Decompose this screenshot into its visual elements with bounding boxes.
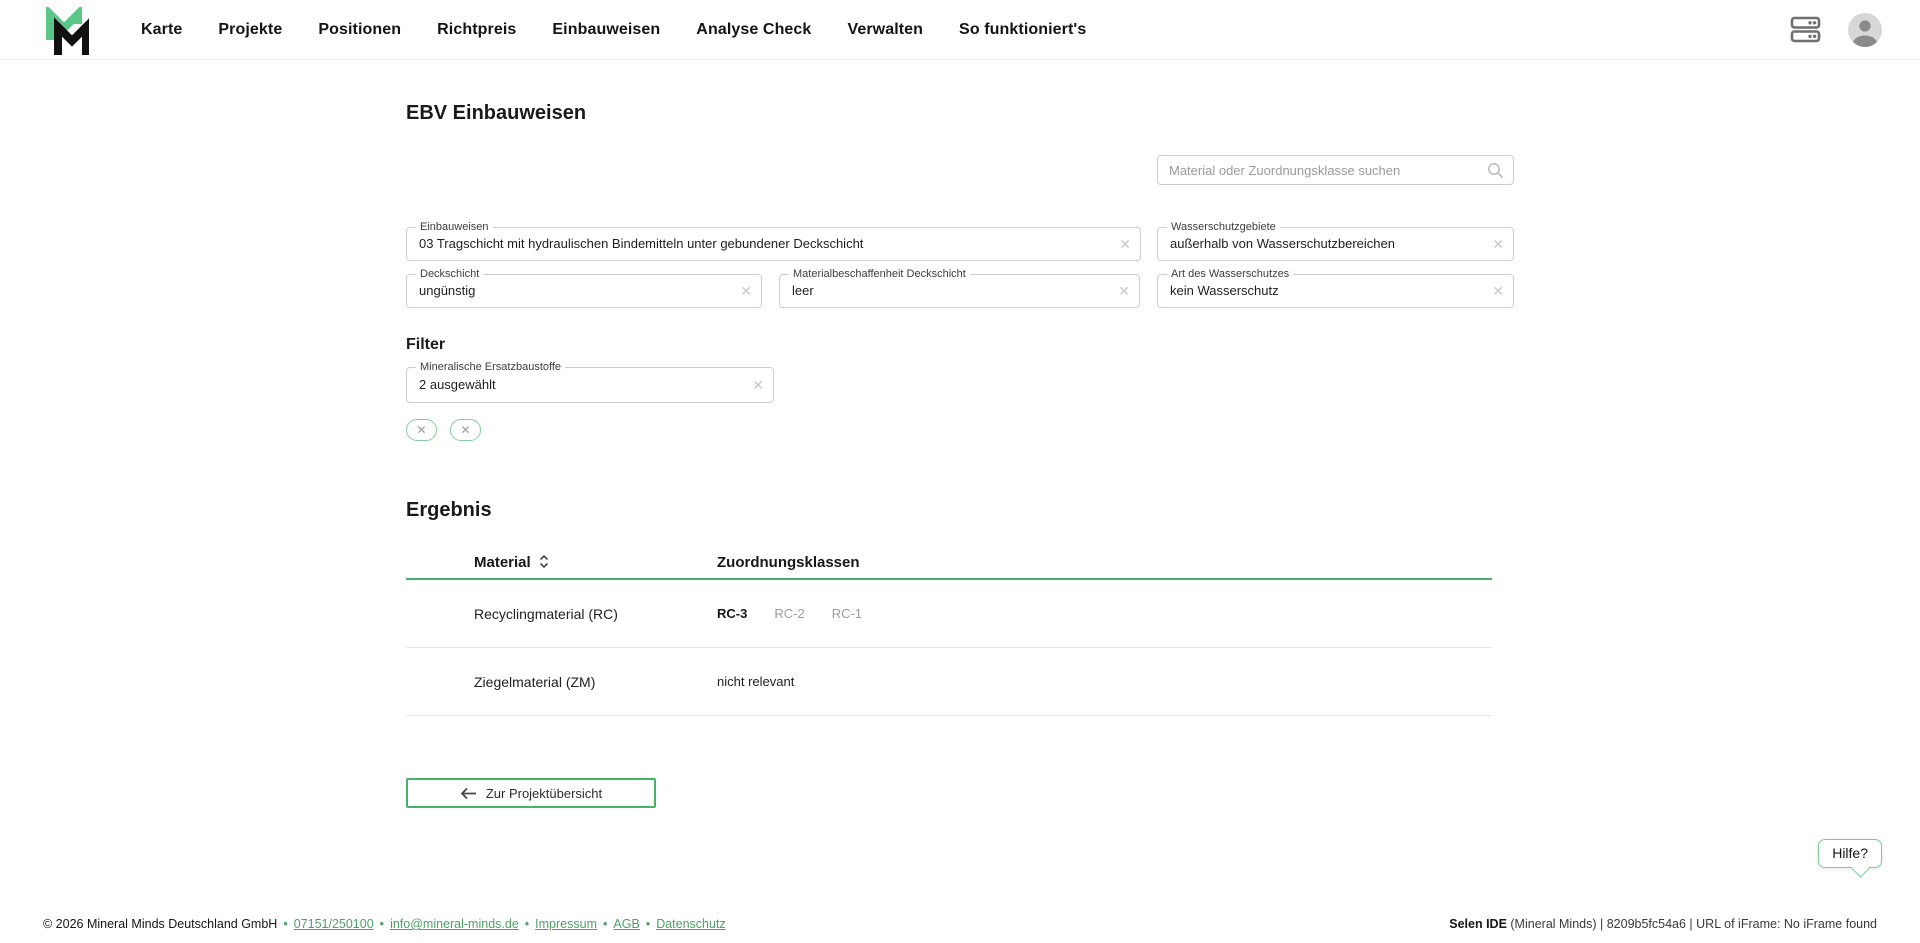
page-title: EBV Einbauweisen bbox=[406, 102, 1514, 125]
back-to-projects-button[interactable]: Zur Projektübersicht bbox=[406, 778, 656, 808]
zuordnungsklassen-cell: RC-3 RC-2 RC-1 bbox=[717, 606, 862, 621]
help-button[interactable]: Hilfe? bbox=[1818, 839, 1882, 868]
materialbeschaffenheit-field[interactable]: Materialbeschaffenheit Deckschicht leer … bbox=[779, 274, 1140, 308]
user-avatar[interactable] bbox=[1848, 13, 1882, 47]
fields-row-1: Einbauweisen 03 Tragschicht mit hydrauli… bbox=[406, 227, 1514, 261]
column-header-material[interactable]: Material bbox=[406, 554, 717, 571]
nav-item-analyse-check[interactable]: Analyse Check bbox=[696, 21, 811, 39]
footer: © 2026 Mineral Minds Deutschland GmbH • 0… bbox=[0, 905, 1920, 943]
wasserschutzgebiete-field[interactable]: Wasserschutzgebiete außerhalb von Wasser… bbox=[1157, 227, 1514, 261]
results-table: Material Zuordnungsklassen Recyclingmate… bbox=[406, 546, 1492, 716]
arrow-left-icon bbox=[460, 787, 477, 800]
separator-dot: • bbox=[646, 917, 650, 931]
class-badge-rc-3: RC-3 bbox=[717, 606, 747, 621]
nav-links: Karte Projekte Positionen Richtpreis Einbauw… bbox=[141, 21, 1086, 39]
einbauweisen-field[interactable]: Einbauweisen 03 Tragschicht mit hydrauli… bbox=[406, 227, 1141, 261]
person-icon bbox=[1848, 13, 1882, 47]
nav-item-richtpreis[interactable]: Richtpreis bbox=[437, 21, 516, 39]
footer-link-07151-250100[interactable]: 07151/250100 bbox=[294, 917, 374, 931]
field-label: Wasserschutzgebiete bbox=[1167, 221, 1280, 234]
copyright-text: © 2026 Mineral Minds Deutschland GmbH bbox=[43, 917, 277, 931]
filter-chip[interactable]: ✕ bbox=[450, 419, 481, 441]
help-button-label: Hilfe? bbox=[1832, 845, 1868, 861]
separator-dot: • bbox=[380, 917, 384, 931]
column-header-zuordnungsklassen: Zuordnungsklassen bbox=[717, 554, 860, 571]
nav-item-so-funktionierts[interactable]: So funktioniert's bbox=[959, 21, 1086, 39]
search-input[interactable] bbox=[1169, 163, 1487, 178]
nav-item-positionen[interactable]: Positionen bbox=[318, 21, 401, 39]
footer-link-impressum[interactable]: Impressum bbox=[535, 917, 597, 931]
clear-icon[interactable]: ✕ bbox=[1492, 237, 1504, 251]
nav-item-projekte[interactable]: Projekte bbox=[218, 21, 282, 39]
class-badge-rc-1: RC-1 bbox=[832, 606, 862, 621]
mineralische-ersatzbaustoffe-field[interactable]: Mineralische Ersatzbaustoffe 2 ausgewähl… bbox=[406, 367, 774, 403]
separator-dot: • bbox=[283, 917, 287, 931]
table-row: Recyclingmaterial (RC)RC-3 RC-2 RC-1 bbox=[406, 580, 1492, 648]
logo-mm-icon bbox=[43, 7, 89, 55]
table-header: Material Zuordnungsklassen bbox=[406, 546, 1492, 580]
back-button-label: Zur Projektübersicht bbox=[486, 786, 602, 801]
fields-row-2: Deckschicht ungünstig ✕ Materialbeschaff… bbox=[406, 274, 1514, 308]
class-badge-nicht-relevant: nicht relevant bbox=[717, 674, 794, 689]
clear-icon[interactable]: ✕ bbox=[740, 284, 752, 298]
filter-heading: Filter bbox=[406, 336, 1514, 354]
field-label: Deckschicht bbox=[416, 268, 483, 281]
table-body: Recyclingmaterial (RC)RC-3 RC-2 RC-1 Ziegel… bbox=[406, 580, 1492, 716]
nav-right bbox=[1790, 13, 1882, 47]
mineral-minds-logo[interactable] bbox=[43, 7, 89, 55]
search-box bbox=[1157, 155, 1514, 185]
footer-link-agb[interactable]: AGB bbox=[613, 917, 639, 931]
chip-remove-icon[interactable]: ✕ bbox=[460, 423, 470, 437]
main-content: EBV Einbauweisen Einbauweisen 03 Tragsch… bbox=[406, 102, 1514, 808]
field-label: Art des Wasserschutzes bbox=[1167, 268, 1293, 281]
footer-debug-info: Selen IDE (Mineral Minds) | 8209b5fc54a6… bbox=[1449, 917, 1877, 931]
field-label: Materialbeschaffenheit Deckschicht bbox=[789, 268, 970, 281]
column-label: Zuordnungsklassen bbox=[717, 554, 860, 571]
filter-chip[interactable]: ✕ bbox=[406, 419, 437, 441]
material-cell: Recyclingmaterial (RC) bbox=[406, 606, 717, 622]
footer-left: © 2026 Mineral Minds Deutschland GmbH • 0… bbox=[43, 917, 726, 931]
navbar: Karte Projekte Positionen Richtpreis Einbauw… bbox=[0, 0, 1920, 60]
search-icon bbox=[1487, 162, 1504, 179]
art-des-wasserschutzes-field[interactable]: Art des Wasserschutzes kein Wasserschutz… bbox=[1157, 274, 1514, 308]
column-label: Material bbox=[474, 554, 531, 571]
clear-icon[interactable]: ✕ bbox=[1119, 237, 1131, 251]
table-row: Ziegelmaterial (ZM)nicht relevant bbox=[406, 648, 1492, 716]
filter-chips: ✕✕ bbox=[406, 419, 1514, 441]
separator-dot: • bbox=[603, 917, 607, 931]
page-root: { "nav": { "items": ["Karte", "Projekte"… bbox=[0, 0, 1920, 943]
clear-icon[interactable]: ✕ bbox=[1492, 284, 1504, 298]
footer-link-datenschutz[interactable]: Datenschutz bbox=[656, 917, 725, 931]
chip-remove-icon[interactable]: ✕ bbox=[416, 423, 426, 437]
help-bubble-tail bbox=[1851, 859, 1869, 877]
deckschicht-field[interactable]: Deckschicht ungünstig ✕ bbox=[406, 274, 762, 308]
footer-ide-name: Selen IDE bbox=[1449, 917, 1507, 931]
clear-icon[interactable]: ✕ bbox=[752, 378, 764, 392]
search-row bbox=[406, 155, 1514, 185]
results-heading: Ergebnis bbox=[406, 499, 1514, 522]
separator-dot: • bbox=[525, 917, 529, 931]
clear-icon[interactable]: ✕ bbox=[1118, 284, 1130, 298]
zuordnungsklassen-cell: nicht relevant bbox=[717, 674, 794, 689]
footer-links: • 07151/250100 • info@mineral-minds.de • Impr… bbox=[283, 917, 725, 931]
field-label: Einbauweisen bbox=[416, 221, 493, 234]
footer-link-info-mineral-minds-de[interactable]: info@mineral-minds.de bbox=[390, 917, 519, 931]
footer-ide-detail: (Mineral Minds) | 8209b5fc54a6 | URL of … bbox=[1507, 917, 1877, 931]
material-cell: Ziegelmaterial (ZM) bbox=[406, 674, 717, 690]
class-badge-rc-2: RC-2 bbox=[774, 606, 804, 621]
nav-item-karte[interactable]: Karte bbox=[141, 21, 182, 39]
sort-icon[interactable] bbox=[537, 554, 551, 569]
nav-item-verwalten[interactable]: Verwalten bbox=[847, 21, 923, 39]
field-value: 03 Tragschicht mit hydraulischen Bindemi… bbox=[407, 228, 1140, 260]
nav-item-einbauweisen[interactable]: Einbauweisen bbox=[552, 21, 660, 39]
field-label: Mineralische Ersatzbaustoffe bbox=[416, 361, 565, 374]
server-icon[interactable] bbox=[1790, 15, 1821, 44]
